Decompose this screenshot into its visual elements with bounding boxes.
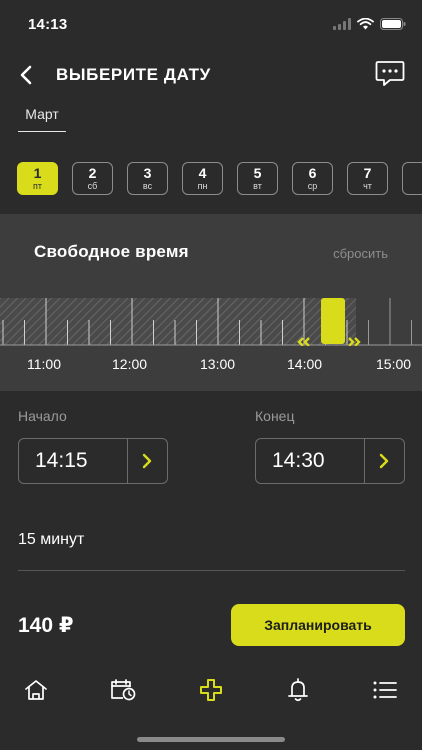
start-time-value: 14:15 [35,449,88,472]
day-chip[interactable]: 3 вс [127,162,168,195]
day-weekday: пт [33,181,42,191]
screen: 14:13 ВЫБЕРИТЕ ДАТУ Март 1 пт 2 сб 3 вс … [0,0,422,750]
hour-label: 15:00 [376,356,412,372]
home-indicator [137,737,285,742]
status-time: 14:13 [28,16,68,33]
day-chip[interactable]: 1 пт [17,162,58,195]
status-icons [333,17,406,35]
bell-icon [288,678,308,702]
day-weekday: вс [142,181,153,191]
nav-menu[interactable] [370,676,400,704]
nav-home[interactable] [21,676,51,704]
back-button[interactable] [14,61,38,89]
chat-bubble-icon [375,61,405,86]
day-number: 2 [88,165,97,181]
day-chip[interactable]: 5 вт [237,162,278,195]
reset-button[interactable]: сбросить [333,246,388,261]
day-weekday: ср [307,181,318,191]
day-number: 1 [33,165,42,181]
field-divider [364,439,365,483]
start-label: Начало [18,408,67,424]
nav-bookings[interactable] [108,676,138,704]
bottom-nav [0,668,422,712]
divider [18,570,405,571]
day-weekday: сб [87,181,98,191]
chat-button[interactable] [375,60,405,88]
price: 140 ₽ [18,614,74,637]
day-chip-partial[interactable] [402,162,422,195]
calendar-clock-icon [111,679,136,701]
chevron-right-icon[interactable] [133,448,161,474]
schedule-button[interactable]: Запланировать [231,604,405,646]
hour-label: 12:00 [112,356,148,372]
nav-notifications[interactable] [283,676,313,704]
status-bar: 14:13 [0,0,422,50]
hour-label: 14:00 [287,356,323,372]
wifi-icon [357,17,374,35]
duration-text: 15 минут [18,531,85,548]
day-chip[interactable]: 2 сб [72,162,113,195]
day-number: 5 [253,165,262,181]
hour-label: 11:00 [27,356,61,372]
chevron-right-icon[interactable] [370,448,398,474]
chevron-left-icon [20,65,32,85]
free-time-title: Свободное время [34,242,189,261]
end-time-field[interactable]: 14:30 [255,438,405,484]
day-weekday: пн [197,181,208,191]
end-time-value: 14:30 [272,449,325,472]
day-chip[interactable]: 6 ср [292,162,333,195]
day-chip[interactable]: 4 пн [182,162,223,195]
hour-label: 13:00 [200,356,236,372]
field-divider [127,439,128,483]
day-number: 3 [143,165,152,181]
nav-add[interactable] [196,676,226,704]
menu-icon [373,681,397,699]
page-title: ВЫБЕРИТЕ ДАТУ [56,65,211,84]
day-weekday: чт [363,181,372,191]
start-time-field[interactable]: 14:15 [18,438,168,484]
end-label: Конец [255,408,295,424]
home-icon [25,680,47,700]
header: ВЫБЕРИТЕ ДАТУ [0,56,422,94]
day-chip[interactable]: 7 чт [347,162,388,195]
month-tab[interactable]: Март [18,106,66,132]
day-number: 6 [308,165,317,181]
battery-icon [380,17,406,35]
plus-icon [200,679,222,701]
signal-icon [333,17,351,35]
free-time-panel: Свободное время сбросить 11:00 12:00 13:… [0,214,422,391]
day-weekday: вт [253,181,262,191]
day-number: 7 [363,165,372,181]
timeline-track[interactable] [0,298,422,346]
day-number: 4 [198,165,207,181]
days-row: 1 пт 2 сб 3 вс 4 пн 5 вт 6 ср 7 чт [0,162,422,196]
selected-slot[interactable] [321,298,345,344]
